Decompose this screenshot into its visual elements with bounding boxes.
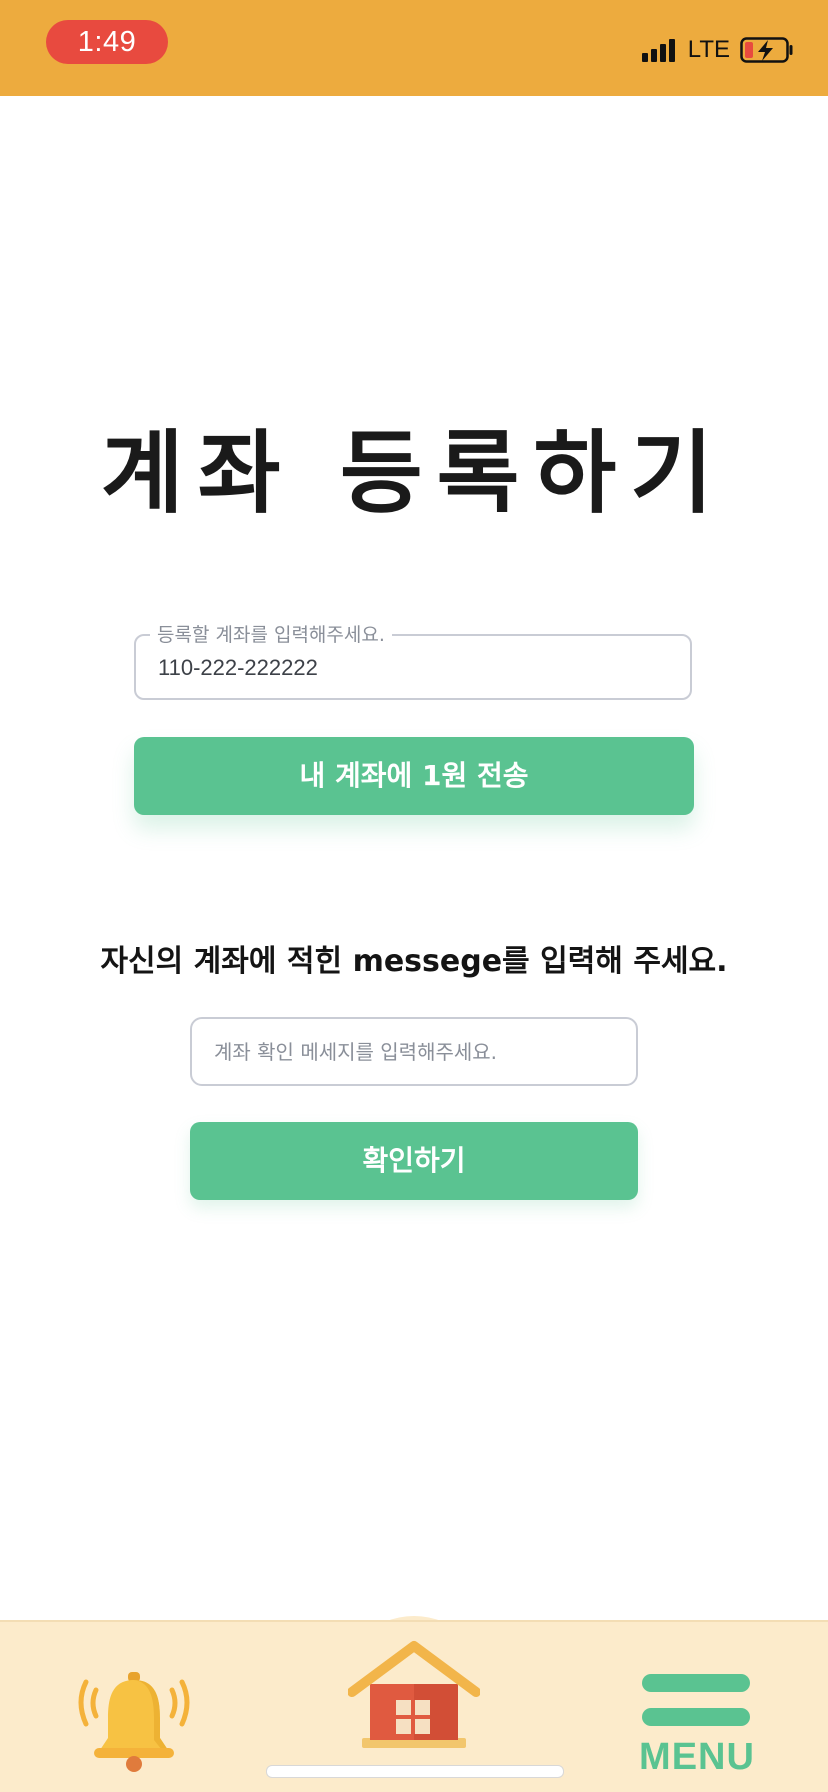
account-field: 등록할 계좌를 입력해주세요. <box>134 622 692 700</box>
battery-charging-icon <box>740 37 793 63</box>
menu-bar-bottom <box>642 1708 750 1726</box>
account-field-label: 등록할 계좌를 입력해주세요. <box>150 622 392 648</box>
status-bar: 1:49 LTE <box>0 0 828 96</box>
menu-button[interactable]: MENU <box>638 1672 756 1780</box>
instruction-text: 자신의 계좌에 적힌 messege를 입력해 주세요. <box>100 944 728 979</box>
menu-label: MENU <box>639 1736 755 1778</box>
network-type: LTE <box>687 36 730 63</box>
message-input[interactable] <box>214 1034 614 1070</box>
menu-bar-top <box>642 1674 750 1692</box>
signal-bars-icon <box>641 38 678 62</box>
account-input[interactable] <box>158 650 668 686</box>
home-icon[interactable] <box>348 1640 480 1754</box>
status-indicators: LTE <box>641 34 794 66</box>
confirm-button[interactable]: 확인하기 <box>190 1122 638 1200</box>
status-time: 1:49 <box>46 20 168 64</box>
message-field <box>190 1017 638 1086</box>
page-title: 계좌 등록하기 <box>100 421 728 526</box>
bell-icon[interactable] <box>74 1668 194 1772</box>
home-indicator[interactable] <box>266 1765 564 1778</box>
send-one-won-button[interactable]: 내 계좌에 1원 전송 <box>134 737 694 815</box>
